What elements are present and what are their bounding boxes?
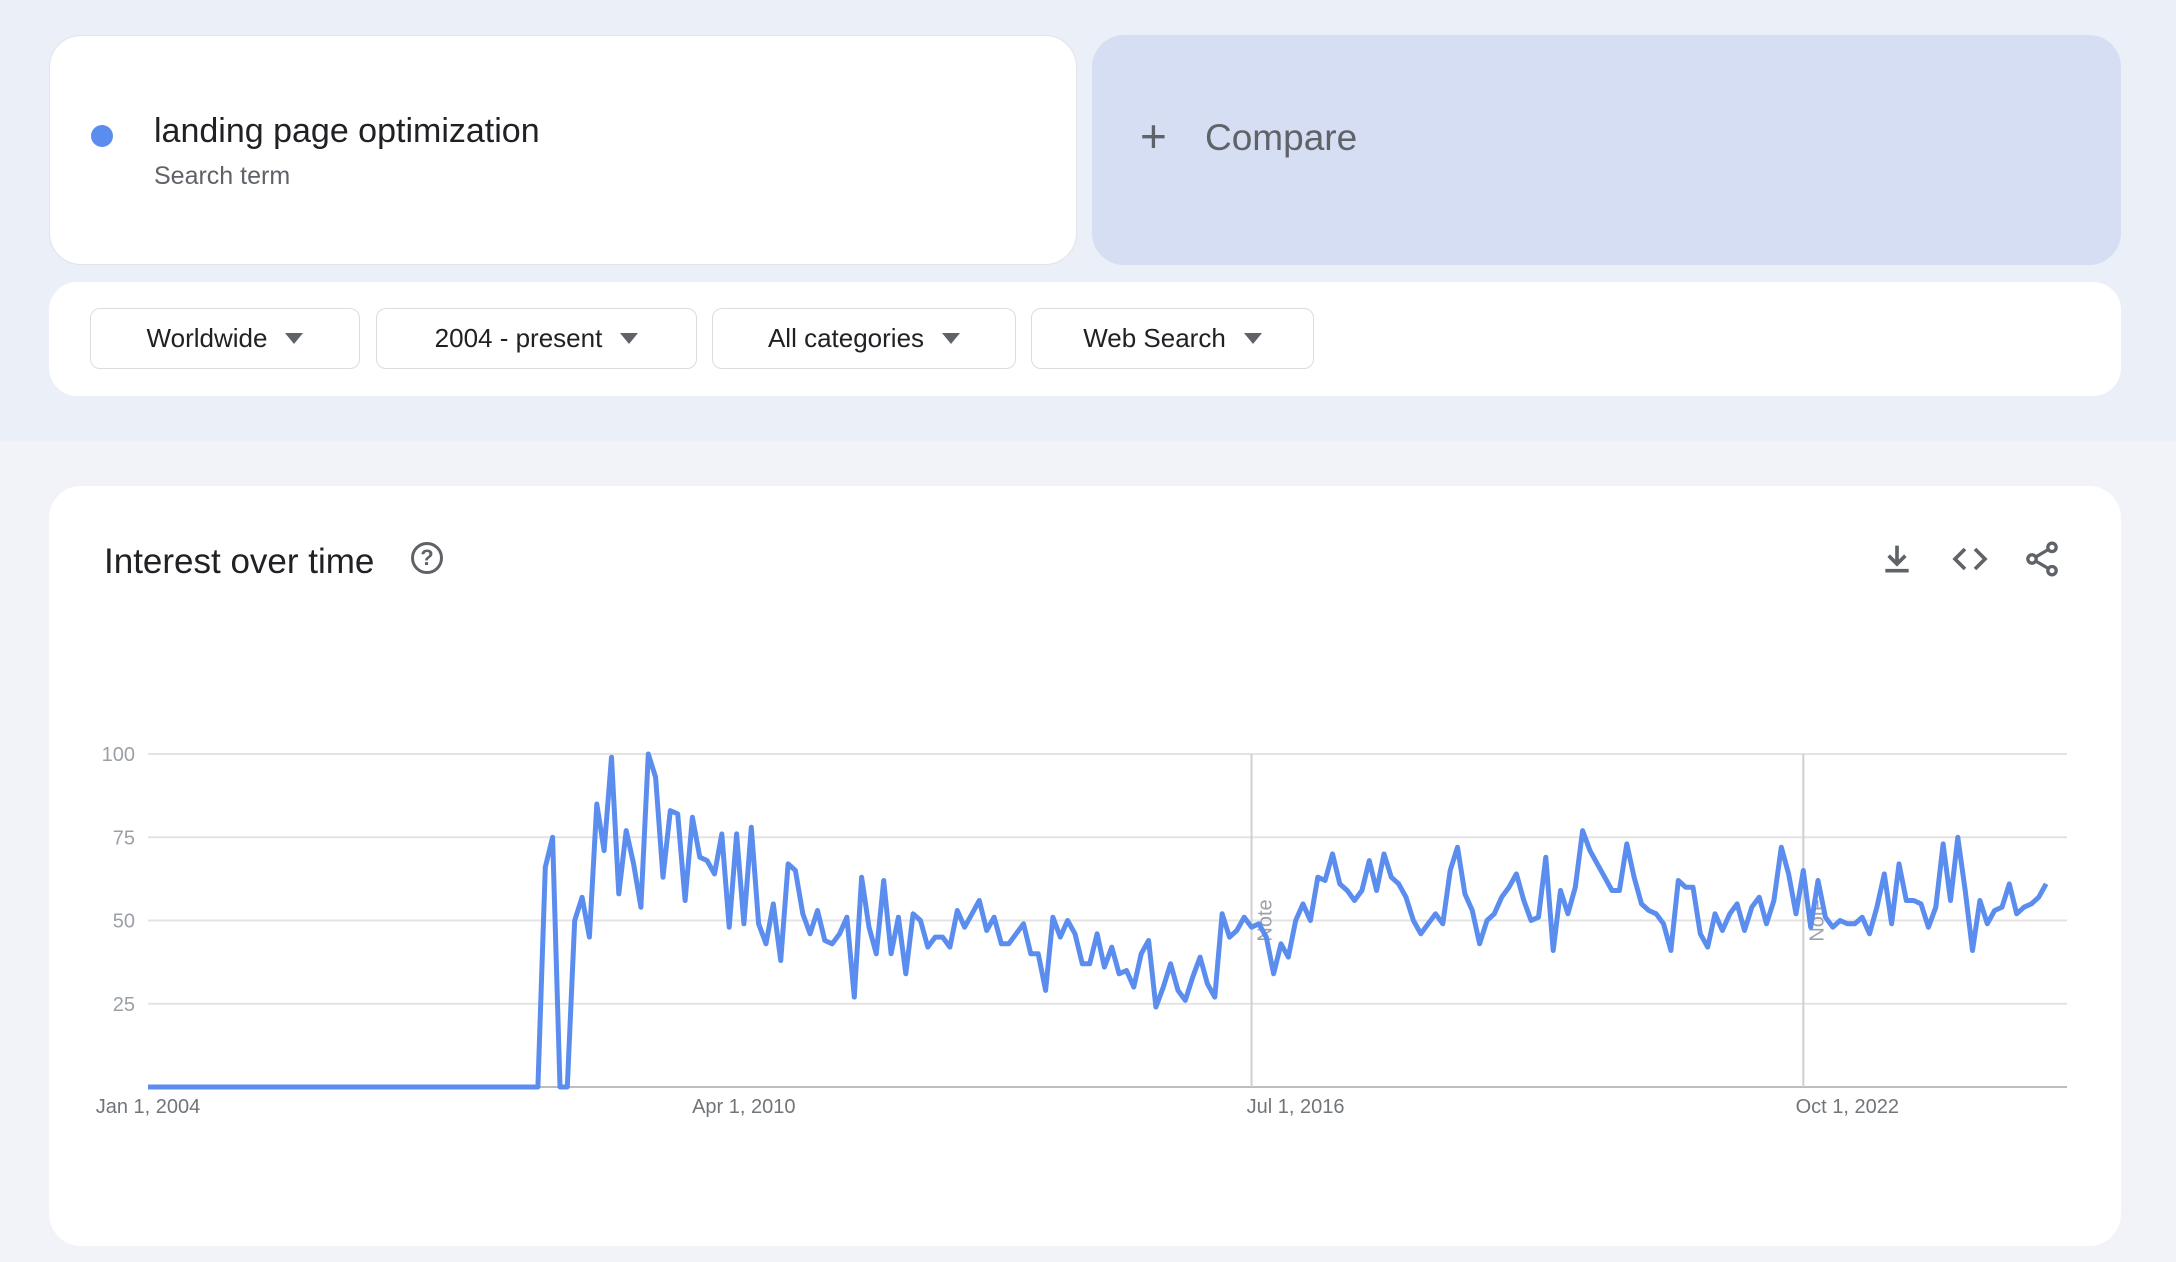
x-tick-label: Jul 1, 2016	[1247, 1096, 1345, 1118]
x-tick-label: Apr 1, 2010	[692, 1096, 795, 1118]
y-tick-label: 100	[102, 744, 135, 766]
y-tick-label: 25	[113, 994, 135, 1016]
x-tick-label: Oct 1, 2022	[1796, 1096, 1899, 1118]
y-tick-label: 75	[113, 827, 135, 849]
y-tick-label: 50	[113, 911, 135, 933]
interest-line-chart: 100755025Note NoteJan 1, 2004 Apr 1, 2010 J…	[96, 744, 2067, 1118]
x-tick-label: Jan 1, 2004	[96, 1096, 201, 1118]
